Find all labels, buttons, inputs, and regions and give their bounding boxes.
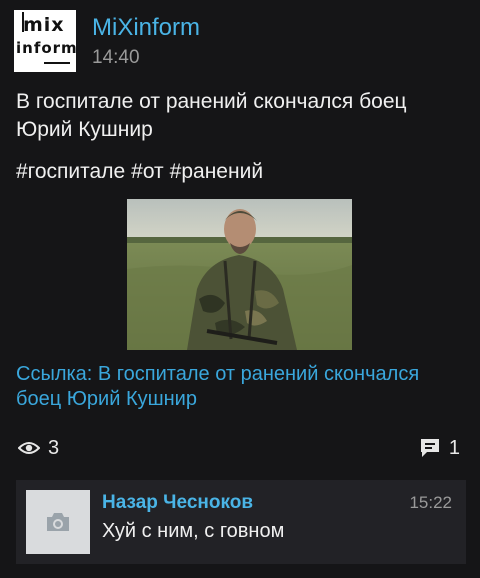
channel-logo[interactable]: mix inform	[14, 10, 78, 72]
comment-text: Хуй с ним, с говном	[102, 520, 285, 542]
hashtag-link[interactable]: #ранений	[170, 160, 263, 183]
post-link[interactable]: Ссылка: В госпитале от ранений скончался…	[16, 362, 466, 412]
comments-button[interactable]: 1	[419, 436, 460, 460]
soldier-photo-image	[127, 199, 352, 350]
speech-bubble-icon	[420, 439, 439, 457]
channel-name[interactable]: MiXinform	[92, 14, 200, 42]
hashtag-link[interactable]: #госпитале	[16, 160, 125, 183]
comment-item[interactable]: Назар Чесноков 15:22 Хуй с ним, с говном	[16, 480, 466, 564]
comment-author[interactable]: Назар Чесноков	[102, 492, 253, 514]
hashtag-link[interactable]: #от	[131, 160, 164, 183]
comment-timestamp: 15:22	[409, 493, 452, 512]
post-text-line: Юрий Кушнир	[16, 118, 153, 141]
post-text: В госпитале от ранений скончался боец Юр…	[16, 88, 466, 144]
post-timestamp: 14:40	[92, 47, 140, 68]
post-card: mix inform MiXinform 14:40 В госпитале о…	[0, 0, 480, 578]
post-text-line: В госпитале от ранений скончался боец	[16, 90, 407, 113]
logo-word-inform: inform	[16, 39, 78, 57]
hashtag-list: #госпитале #от #ранений	[16, 158, 269, 186]
comments-count: 1	[448, 436, 460, 459]
logo-bar-decoration	[22, 12, 24, 32]
post-photo[interactable]	[127, 199, 352, 350]
post-header: mix inform MiXinform 14:40	[14, 10, 466, 74]
views-counter: 3	[18, 436, 59, 460]
avatar[interactable]	[26, 490, 90, 554]
eye-icon	[18, 442, 40, 454]
logo-underline-decoration	[44, 62, 70, 64]
views-count: 3	[48, 436, 60, 459]
camera-icon	[47, 513, 69, 531]
